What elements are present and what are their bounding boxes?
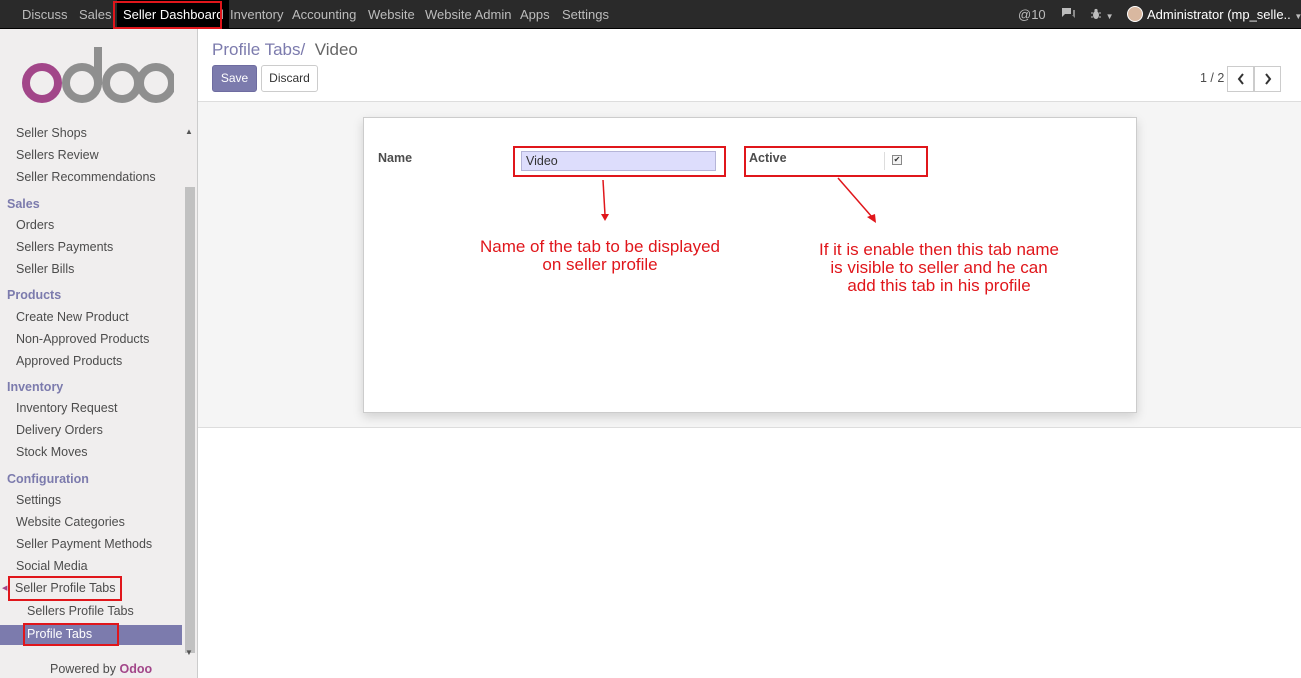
sidebar-item-non-approved-products[interactable]: Non-Approved Products <box>16 332 149 346</box>
sidebar-item-settings[interactable]: Settings <box>16 493 61 507</box>
user-menu[interactable]: Administrator (mp_selle.. ▼ <box>1127 0 1301 29</box>
sidebar-item-social-media[interactable]: Social Media <box>16 559 88 573</box>
breadcrumb-separator: / <box>300 40 306 59</box>
sidebar-header-products: Products <box>7 288 62 302</box>
sidebar-item-create-new-product[interactable]: Create New Product <box>16 310 129 324</box>
sidebar-item-seller-profile-tabs[interactable]: Seller Profile Tabs <box>15 581 116 595</box>
scroll-up-arrow-icon[interactable]: ▲ <box>185 127 193 136</box>
sidebar-item-profile-tabs-label: Profile Tabs <box>27 627 93 641</box>
sidebar-item-seller-payment-methods[interactable]: Seller Payment Methods <box>16 537 152 551</box>
avatar <box>1127 6 1143 22</box>
scroll-down-arrow-icon[interactable]: ▼ <box>185 648 193 657</box>
save-button[interactable]: Save <box>212 65 257 92</box>
sidebar-item-seller-bills[interactable]: Seller Bills <box>16 262 74 276</box>
sidebar-item-stock-moves[interactable]: Stock Moves <box>16 445 88 459</box>
sidebar-header-sales: Sales <box>7 197 40 211</box>
name-annotation-line-2: on seller profile <box>542 255 658 274</box>
discard-button[interactable]: Discard <box>261 65 318 92</box>
sidebar-item-sellers-review[interactable]: Sellers Review <box>16 148 99 162</box>
sidebar-header-configuration: Configuration <box>7 472 89 486</box>
breadcrumb-parent-link[interactable]: Profile Tabs <box>212 40 301 59</box>
active-annotation-line-1: If it is enable then this tab name <box>818 240 1060 259</box>
powered-by: Powered by Odoo <box>50 662 152 676</box>
breadcrumb-current: Video <box>314 40 358 59</box>
pager-previous-button[interactable] <box>1227 66 1254 92</box>
sidebar-item-approved-products[interactable]: Approved Products <box>16 354 122 368</box>
left-sidebar: ▲ ▼ Seller Shops Sellers Review Seller R… <box>0 29 198 678</box>
sidebar-item-seller-shops[interactable]: Seller Shops <box>16 126 87 140</box>
debug-dropdown-caret-icon: ▼ <box>1105 12 1114 21</box>
nav-website[interactable]: Website <box>368 0 415 29</box>
sidebar-item-inventory-request[interactable]: Inventory Request <box>16 401 117 415</box>
breadcrumb: Profile Tabs/ Video <box>212 40 358 60</box>
name-annotation: Name of the tab to be displayed on selle… <box>473 238 727 274</box>
chat-icon[interactable] <box>1061 0 1077 29</box>
nav-seller-dashboard[interactable]: Seller Dashboard <box>117 0 230 29</box>
active-field-separator <box>884 152 885 170</box>
sidebar-item-orders[interactable]: Orders <box>16 218 54 232</box>
sidebar-scrollbar-thumb[interactable] <box>185 187 195 653</box>
sidebar-header-inventory: Inventory <box>7 380 64 394</box>
pager-value[interactable]: 1 / 2 <box>1200 71 1224 85</box>
chevron-right-icon <box>1264 73 1271 85</box>
powered-by-brand-link[interactable]: Odoo <box>120 662 153 676</box>
nav-apps[interactable]: Apps <box>520 0 550 29</box>
active-checkbox[interactable]: ✔ <box>892 155 902 165</box>
user-name: Administrator (mp_selle.. <box>1147 7 1291 22</box>
nav-discuss[interactable]: Discuss <box>22 0 68 29</box>
sidebar-item-seller-recommendations[interactable]: Seller Recommendations <box>16 170 156 184</box>
name-field-label: Name <box>378 151 413 165</box>
user-dropdown-caret-icon: ▼ <box>1294 12 1301 21</box>
active-annotation-line-2: is visible to seller and he can <box>830 258 1048 277</box>
top-navbar: Discuss Sales Seller Dashboard Inventory… <box>0 0 1301 29</box>
sidebar-item-sellers-payments[interactable]: Sellers Payments <box>16 240 113 254</box>
name-annotation-line-1: Name of the tab to be displayed <box>479 237 721 256</box>
name-input[interactable]: Video <box>521 151 716 171</box>
chevron-left-icon <box>1237 73 1244 85</box>
sidebar-item-website-categories[interactable]: Website Categories <box>16 515 125 529</box>
nav-sales[interactable]: Sales <box>79 0 112 29</box>
odoo-logo[interactable] <box>22 45 174 103</box>
active-field-label: Active <box>749 151 787 165</box>
sidebar-item-sellers-profile-tabs[interactable]: Sellers Profile Tabs <box>27 604 134 618</box>
sidebar-item-delivery-orders[interactable]: Delivery Orders <box>16 423 103 437</box>
powered-by-prefix: Powered by <box>50 662 117 676</box>
active-annotation: If it is enable then this tab name is vi… <box>808 241 1070 295</box>
pager-next-button[interactable] <box>1254 66 1281 92</box>
notifications-counter[interactable]: @10 <box>1018 0 1046 29</box>
nav-inventory[interactable]: Inventory <box>230 0 283 29</box>
debug-bug-icon[interactable]: ▼ <box>1090 0 1114 29</box>
nav-accounting[interactable]: Accounting <box>292 0 356 29</box>
nav-website-admin[interactable]: Website Admin <box>425 0 511 29</box>
expanded-caret-icon: ◀ <box>2 585 8 592</box>
sidebar-item-profile-tabs[interactable]: Profile Tabs <box>0 625 182 645</box>
nav-settings[interactable]: Settings <box>562 0 609 29</box>
active-annotation-line-3: add this tab in his profile <box>847 276 1031 295</box>
